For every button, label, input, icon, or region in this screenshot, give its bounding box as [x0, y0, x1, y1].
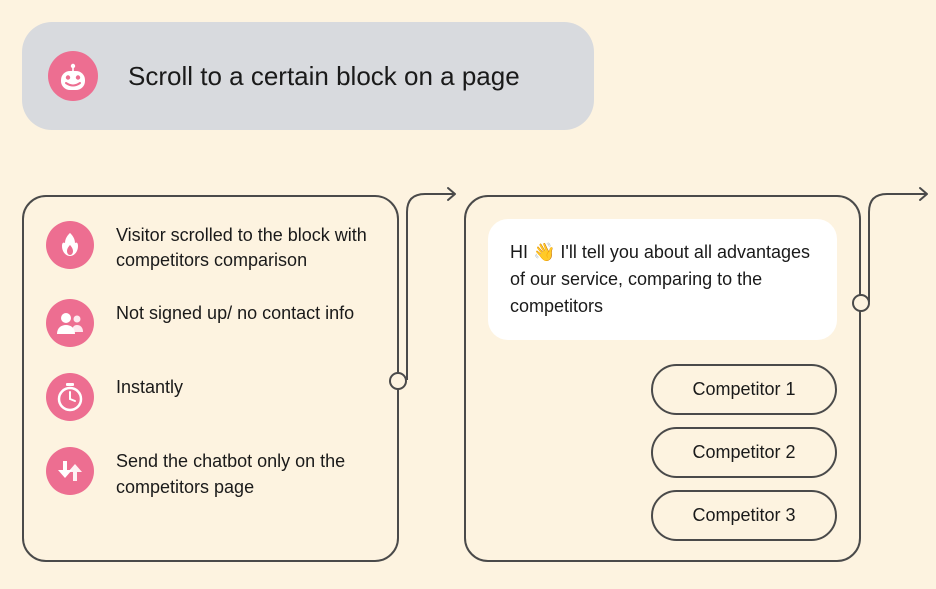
users-icon	[46, 299, 94, 347]
clock-icon	[46, 373, 94, 421]
connector-arrow	[399, 182, 469, 382]
competitor-button-1[interactable]: Competitor 1	[651, 364, 837, 415]
chatbot-icon	[48, 51, 98, 101]
fire-icon	[46, 221, 94, 269]
competitor-buttons: Competitor 1 Competitor 2 Competitor 3	[488, 364, 837, 541]
trigger-text: Send the chatbot only on the competitors…	[116, 447, 375, 499]
trigger-text: Visitor scrolled to the block with compe…	[116, 221, 375, 273]
connector-dot	[389, 372, 407, 390]
trigger-item: Send the chatbot only on the competitors…	[46, 447, 375, 499]
trigger-item: Instantly	[46, 373, 375, 421]
chat-card: HI 👋 I'll tell you about all advantages …	[464, 195, 861, 562]
connector-dot	[852, 294, 870, 312]
header-title: Scroll to a certain block on a page	[128, 61, 520, 92]
trigger-item: Visitor scrolled to the block with compe…	[46, 221, 375, 273]
arrows-icon	[46, 447, 94, 495]
trigger-text: Instantly	[116, 373, 183, 400]
header-card: Scroll to a certain block on a page	[22, 22, 594, 130]
chat-message: HI 👋 I'll tell you about all advantages …	[488, 219, 837, 340]
trigger-card: Visitor scrolled to the block with compe…	[22, 195, 399, 562]
connector-arrow	[861, 182, 936, 312]
competitor-button-3[interactable]: Competitor 3	[651, 490, 837, 541]
trigger-text: Not signed up/ no contact info	[116, 299, 354, 326]
trigger-item: Not signed up/ no contact info	[46, 299, 375, 347]
competitor-button-2[interactable]: Competitor 2	[651, 427, 837, 478]
